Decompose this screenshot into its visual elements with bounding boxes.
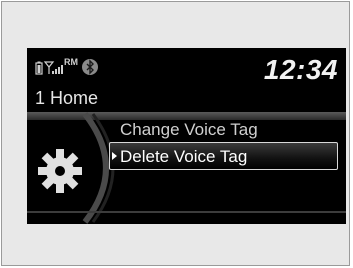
phone-battery-icon — [35, 61, 43, 75]
signal-strength-icon — [43, 61, 63, 74]
settings-gear-icon — [38, 149, 82, 193]
bluetooth-icon — [82, 59, 98, 75]
menu-item-label: Delete Voice Tag — [120, 147, 248, 166]
status-bar-icons: RM — [35, 57, 98, 75]
menu-item-change-voice-tag[interactable]: Change Voice Tag — [120, 118, 258, 142]
menu-item-delete-voice-tag[interactable]: Delete Voice Tag — [109, 142, 338, 170]
clock: 12:34 — [263, 54, 338, 85]
selection-pointer-icon — [112, 152, 117, 160]
roaming-icon: RM — [64, 57, 78, 67]
menu-item-label: Change Voice Tag — [120, 120, 258, 139]
breadcrumb: 1 Home — [35, 88, 99, 108]
display-screen: RM 12:34 1 Home Change Voice Tag Delete … — [27, 48, 346, 224]
bottom-divider — [27, 211, 346, 213]
